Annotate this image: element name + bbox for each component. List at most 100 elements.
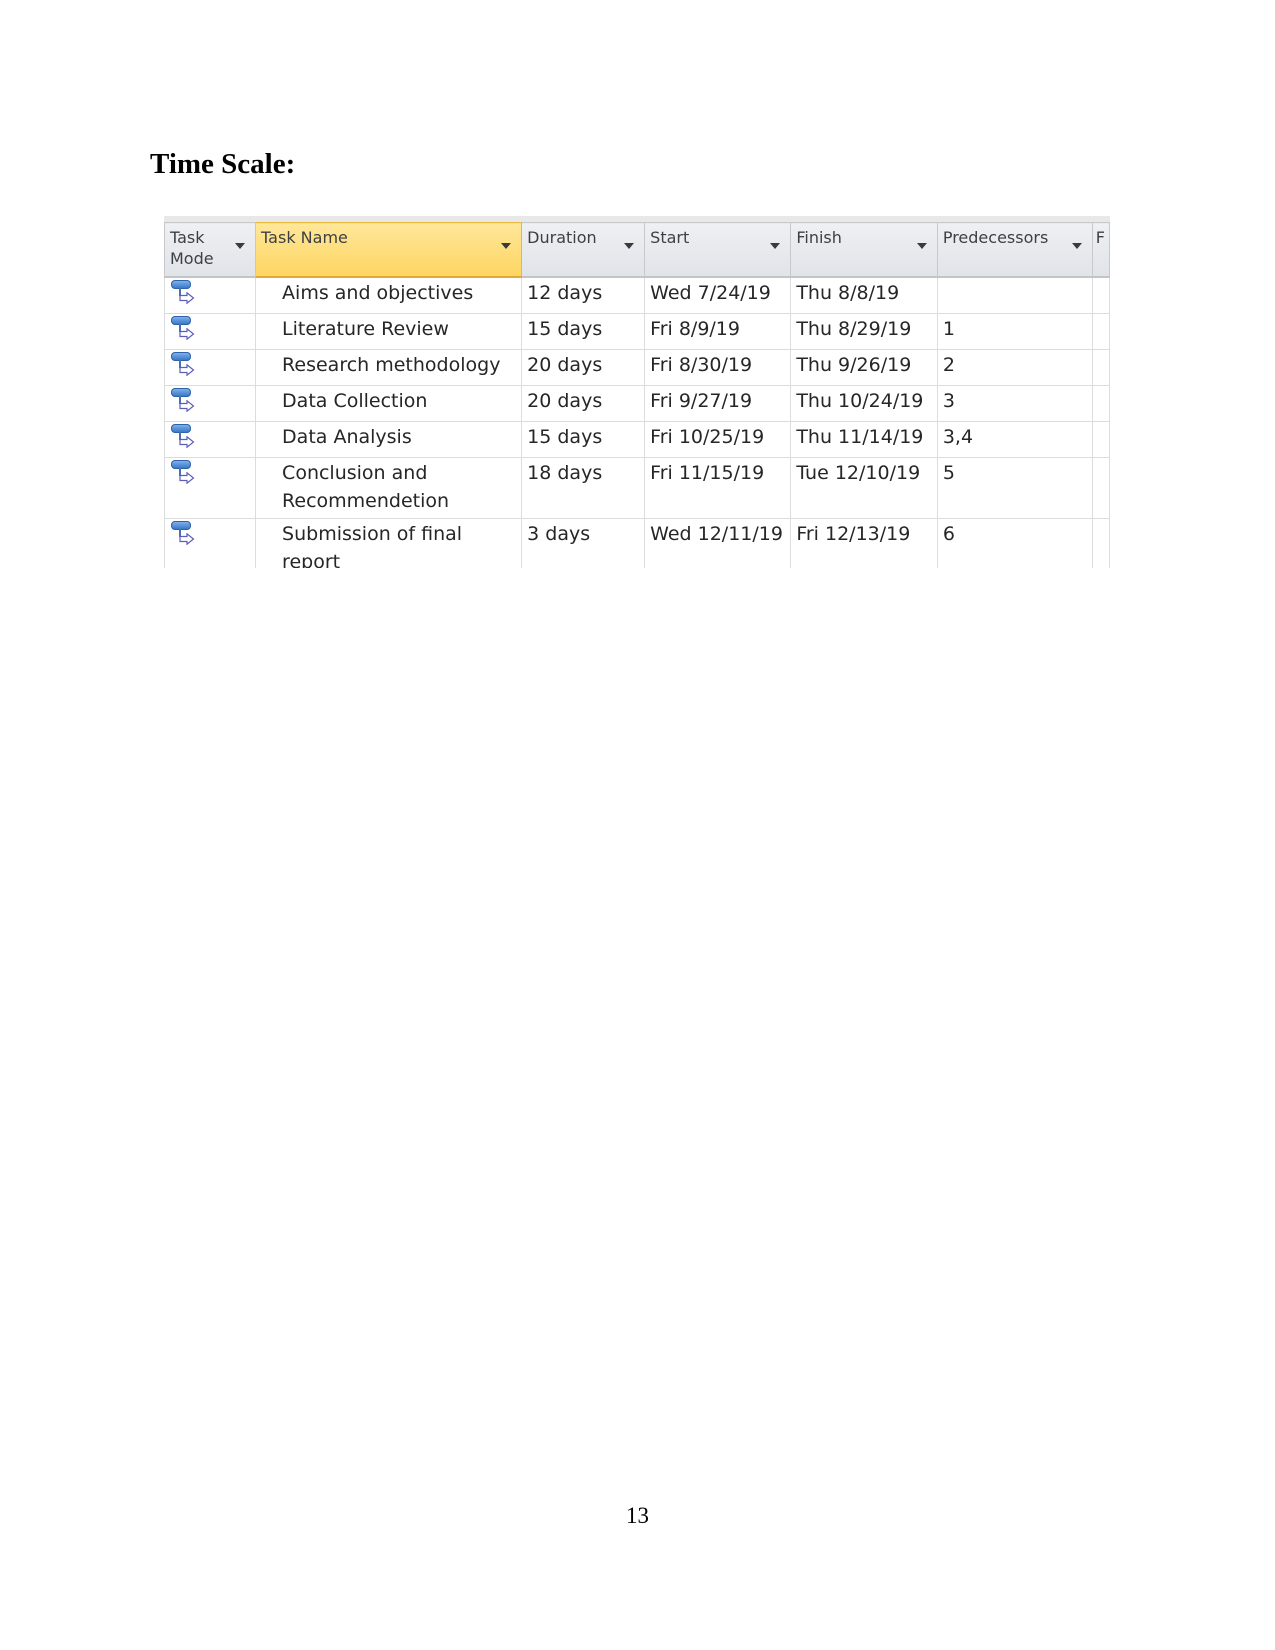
task-mode-cell[interactable] [164,457,257,519]
duration-cell[interactable]: 20 days [521,349,646,386]
predecessors-cell[interactable] [936,276,1093,314]
dropdown-arrow-icon[interactable] [916,243,927,249]
predecessors-cell[interactable]: 3,4 [936,421,1093,458]
task-mode-cell[interactable] [164,276,257,314]
task-name-cell[interactable]: Data Analysis [255,421,523,458]
start-date: Wed 7/24/19 [650,282,771,304]
task-mode-cell[interactable] [164,421,257,458]
predecessors-value: 6 [942,523,955,545]
task-name-cell[interactable]: Research methodology [255,349,523,386]
task-name-cell[interactable]: Aims and objectives [255,276,523,314]
truncated-cell [1091,518,1110,568]
duration-cell[interactable]: 3 days [521,518,646,568]
duration-cell[interactable]: 15 days [521,313,646,350]
predecessors-value: 5 [942,462,955,484]
auto-scheduled-task-icon [171,279,195,305]
finish-cell[interactable]: Thu 8/29/19 [790,313,938,350]
dropdown-arrow-icon[interactable] [770,243,781,249]
finish-date: Thu 8/29/19 [796,318,912,340]
finish-cell[interactable]: Thu 8/8/19 [790,276,938,314]
task-name-cell[interactable]: Data Collection [255,385,523,422]
column-header-predecessors[interactable]: Predecessors [936,222,1093,278]
start-date: Wed 12/11/19 [650,523,783,545]
truncated-cell [1091,276,1110,314]
dropdown-arrow-icon[interactable] [1071,243,1082,249]
task-name-cell[interactable]: Submission of final report [255,518,523,568]
predecessors-cell[interactable]: 3 [936,385,1093,422]
task-mode-cell[interactable] [164,313,257,350]
task-mode-cell[interactable] [164,349,257,386]
column-header-task-name[interactable]: Task Name [255,222,523,278]
duration-value: 20 days [527,390,603,412]
duration-value: 15 days [527,318,603,340]
duration-cell[interactable]: 18 days [521,457,646,519]
table-row[interactable]: Conclusion and Recommendetion 18 days Fr… [164,457,1110,519]
project-schedule-screenshot: Task Mode Task Name Duration Start Finis… [164,216,1110,568]
finish-date: Thu 8/8/19 [796,282,900,304]
finish-cell[interactable]: Thu 10/24/19 [790,385,938,422]
start-cell[interactable]: Wed 7/24/19 [644,276,792,314]
duration-value: 3 days [527,523,591,545]
table-row[interactable]: Data Collection 20 days Fri 9/27/19 Thu … [164,385,1110,422]
auto-scheduled-task-icon [171,423,195,449]
finish-date: Thu 11/14/19 [796,426,924,448]
start-cell[interactable]: Fri 11/15/19 [644,457,792,519]
truncated-cell [1091,313,1110,350]
truncated-cell [1091,421,1110,458]
finish-cell[interactable]: Thu 9/26/19 [790,349,938,386]
predecessors-cell[interactable]: 5 [936,457,1093,519]
finish-date: Fri 12/13/19 [796,523,911,545]
start-cell[interactable]: Fri 8/9/19 [644,313,792,350]
column-header-finish[interactable]: Finish [790,222,938,278]
column-label: Predecessors [942,228,1049,247]
finish-cell[interactable]: Tue 12/10/19 [790,457,938,519]
predecessors-value: 1 [942,318,955,340]
task-name-cell[interactable]: Literature Review [255,313,523,350]
auto-scheduled-task-icon [171,459,195,485]
table-row[interactable]: Research methodology 20 days Fri 8/30/19… [164,349,1110,386]
duration-value: 18 days [527,462,603,484]
start-date: Fri 9/27/19 [650,390,753,412]
predecessors-cell[interactable]: 1 [936,313,1093,350]
predecessors-cell[interactable]: 6 [936,518,1093,568]
start-cell[interactable]: Fri 10/25/19 [644,421,792,458]
column-header-truncated[interactable]: F [1091,222,1110,278]
task-name: Data Analysis [282,426,412,448]
task-name: Literature Review [282,318,449,340]
duration-cell[interactable]: 20 days [521,385,646,422]
page-number: 13 [626,1503,649,1528]
duration-cell[interactable]: 15 days [521,421,646,458]
task-name: Data Collection [282,390,428,412]
column-label: Task Mode [170,228,214,268]
task-name-cell[interactable]: Conclusion and Recommendetion [255,457,523,519]
truncated-cell [1091,457,1110,519]
duration-cell[interactable]: 12 days [521,276,646,314]
dropdown-arrow-icon[interactable] [501,243,512,249]
start-cell[interactable]: Wed 12/11/19 [644,518,792,568]
task-mode-cell[interactable] [164,385,257,422]
finish-cell[interactable]: Fri 12/13/19 [790,518,938,568]
predecessors-value: 2 [942,354,955,376]
predecessors-cell[interactable]: 2 [936,349,1093,386]
finish-cell[interactable]: Thu 11/14/19 [790,421,938,458]
start-date: Fri 11/15/19 [650,462,765,484]
truncated-cell [1091,385,1110,422]
auto-scheduled-task-icon [171,520,195,546]
dropdown-arrow-icon[interactable] [624,243,635,249]
column-label: F [1095,228,1105,247]
start-cell[interactable]: Fri 9/27/19 [644,385,792,422]
start-cell[interactable]: Fri 8/30/19 [644,349,792,386]
task-name: Submission of final report [282,523,463,568]
auto-scheduled-task-icon [171,351,195,377]
task-name: Aims and objectives [282,282,474,304]
column-header-duration[interactable]: Duration [521,222,646,278]
truncated-cell [1091,349,1110,386]
table-row[interactable]: Data Analysis 15 days Fri 10/25/19 Thu 1… [164,421,1110,458]
table-row[interactable]: Aims and objectives 12 days Wed 7/24/19 … [164,276,1110,314]
task-mode-cell[interactable] [164,518,257,568]
column-header-start[interactable]: Start [644,222,792,278]
column-header-task-mode[interactable]: Task Mode [164,222,257,278]
dropdown-arrow-icon[interactable] [235,243,246,249]
table-row[interactable]: Submission of final report 3 days Wed 12… [164,518,1110,568]
table-row[interactable]: Literature Review 15 days Fri 8/9/19 Thu… [164,313,1110,350]
